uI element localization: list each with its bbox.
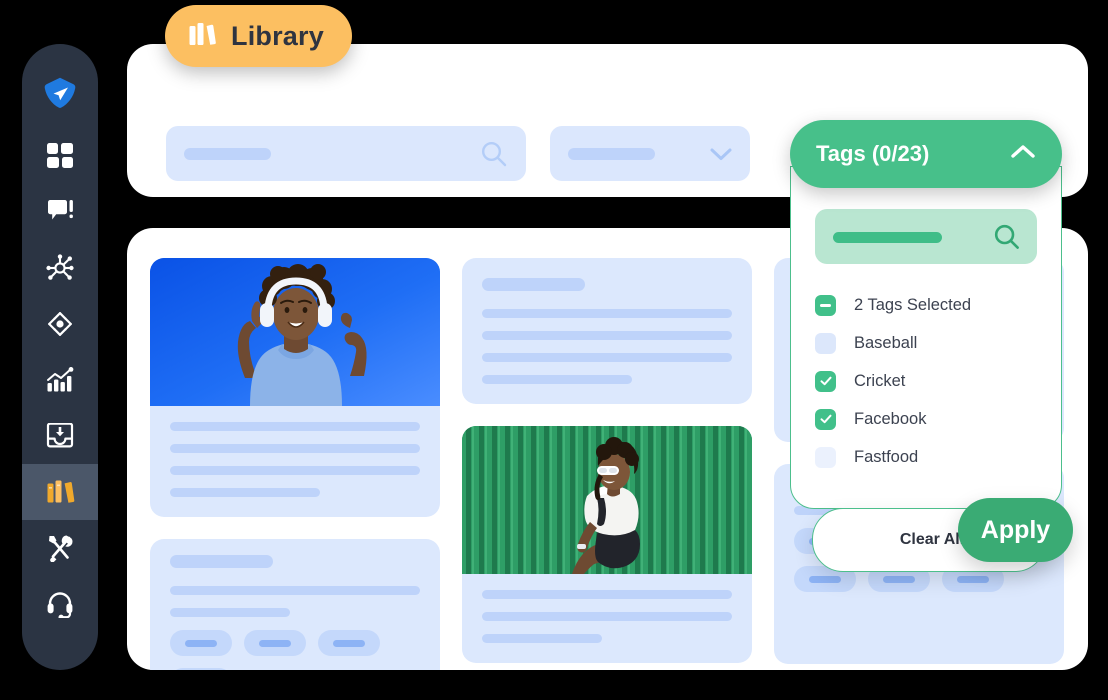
sidebar-item-library[interactable] <box>22 464 98 520</box>
search-icon[interactable] <box>480 140 508 173</box>
tags-panel-body: 2 Tags Selected Baseball Cricket Faceboo… <box>790 166 1062 509</box>
tag-option-row[interactable]: Facebook <box>791 400 1061 438</box>
checkbox-unchecked[interactable] <box>815 446 836 468</box>
tag-option-label: Baseball <box>854 333 918 352</box>
tag-pill[interactable] <box>318 630 380 656</box>
checkbox-checked[interactable] <box>815 370 836 392</box>
media-card[interactable] <box>150 258 440 517</box>
tools-wrench-icon <box>46 534 74 562</box>
app-canvas: Library Tags (0/23) 2 Tags Selected Base… <box>0 0 1108 700</box>
skeleton-line <box>170 422 420 431</box>
skeleton-title <box>482 278 585 291</box>
sidebar-item-analytics[interactable] <box>22 352 98 408</box>
chat-alert-icon <box>47 199 74 225</box>
skeleton-title <box>170 555 273 568</box>
skeleton-line <box>482 353 732 362</box>
books-library-icon <box>45 479 75 505</box>
tag-option-label: 2 Tags Selected <box>854 295 972 314</box>
paper-plane-icon <box>43 76 77 110</box>
tag-option-label: Facebook <box>854 409 927 428</box>
skeleton-line <box>170 586 420 595</box>
search-input-value <box>184 148 271 160</box>
skeleton-line <box>170 488 320 497</box>
sidebar-item-network[interactable] <box>22 240 98 296</box>
tag-option-row[interactable]: Cricket <box>791 362 1061 400</box>
checkbox-unchecked[interactable] <box>815 332 836 354</box>
skeleton-line <box>482 634 602 643</box>
network-share-icon <box>46 254 74 282</box>
search-icon[interactable] <box>993 223 1021 256</box>
tags-panel-title: Tags (0/23) <box>816 141 930 166</box>
search-input[interactable] <box>166 126 526 181</box>
text-card-body <box>462 258 752 404</box>
skeleton-line <box>482 612 732 621</box>
tags-panel-header[interactable]: Tags (0/23) <box>790 120 1062 188</box>
photo-woman-headphones <box>150 258 440 406</box>
sidebar-item-inbox[interactable] <box>22 408 98 464</box>
tag-search-input[interactable] <box>815 209 1037 264</box>
skeleton-line <box>482 331 732 340</box>
tag-option-label: Fastfood <box>854 447 919 466</box>
media-card[interactable] <box>462 426 752 663</box>
text-card-body <box>150 539 440 670</box>
books-library-icon <box>187 20 217 53</box>
sidebar-item-messages[interactable] <box>22 184 98 240</box>
sidebar-item-logo[interactable] <box>22 62 98 124</box>
diamond-target-icon <box>46 310 74 338</box>
tag-option-label: Cricket <box>854 371 906 390</box>
inbox-download-icon <box>46 423 74 449</box>
tag-option-row[interactable]: Baseball <box>791 324 1061 362</box>
media-card-body <box>462 574 752 663</box>
apply-button[interactable]: Apply <box>958 498 1073 562</box>
checkbox-checked[interactable] <box>815 408 836 430</box>
sidebar-item-targeting[interactable] <box>22 296 98 352</box>
skeleton-line <box>170 608 290 617</box>
skeleton-line <box>482 375 632 384</box>
library-chip-label: Library <box>231 20 324 51</box>
tag-pill-group <box>170 630 420 670</box>
tag-option-row[interactable]: Fastfood <box>791 438 1061 476</box>
chevron-up-icon[interactable] <box>1008 142 1038 167</box>
photo-woman-green-wall <box>462 426 752 574</box>
filter-dropdown-value <box>568 148 655 160</box>
chevron-down-icon <box>708 145 734 168</box>
sidebar <box>22 44 98 670</box>
tag-pill[interactable] <box>170 668 232 670</box>
skeleton-line <box>170 444 420 453</box>
tag-pill[interactable] <box>170 630 232 656</box>
checkbox-indeterminate[interactable] <box>815 294 836 316</box>
tags-filter-panel: Tags (0/23) 2 Tags Selected Baseball Cri… <box>790 120 1073 572</box>
tags-action-bar: Clear All Apply <box>812 498 1073 572</box>
card-column-2 <box>462 258 752 670</box>
tag-pill[interactable] <box>244 630 306 656</box>
text-card[interactable] <box>150 539 440 670</box>
headset-support-icon <box>46 590 74 618</box>
skeleton-line <box>482 590 732 599</box>
filter-dropdown[interactable] <box>550 126 750 181</box>
skeleton-line <box>482 309 732 318</box>
library-chip[interactable]: Library <box>165 5 352 67</box>
skeleton-line <box>170 466 420 475</box>
card-column-1 <box>150 258 440 670</box>
text-card[interactable] <box>462 258 752 404</box>
media-card-body <box>150 406 440 517</box>
tag-search-value <box>833 232 942 243</box>
sidebar-item-tools[interactable] <box>22 520 98 576</box>
grid-dashboard-icon <box>47 143 73 169</box>
sidebar-item-dashboard[interactable] <box>22 128 98 184</box>
tag-option-row[interactable]: 2 Tags Selected <box>791 286 1061 324</box>
sidebar-item-support[interactable] <box>22 576 98 632</box>
bar-chart-icon <box>46 367 74 393</box>
